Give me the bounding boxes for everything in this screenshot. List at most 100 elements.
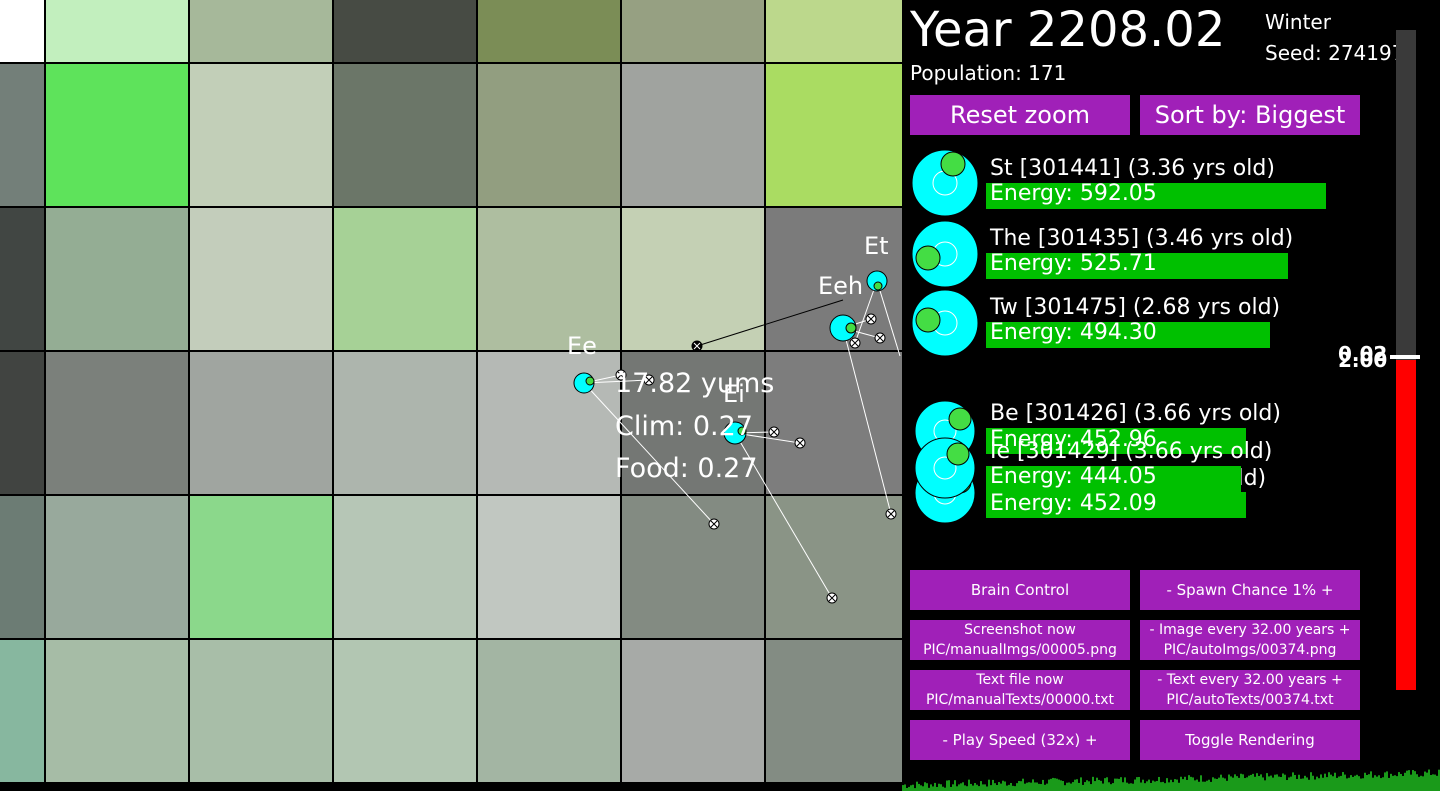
graph-bar xyxy=(1402,776,1404,791)
graph-bar xyxy=(1236,776,1238,791)
graph-bar xyxy=(1328,772,1330,791)
graph-bar xyxy=(1024,783,1026,791)
graph-bar xyxy=(1042,779,1044,791)
graph-bar xyxy=(970,783,972,791)
graph-bar xyxy=(1214,778,1216,791)
creature-et[interactable] xyxy=(866,270,888,292)
graph-bar xyxy=(1144,783,1146,791)
slider-handle[interactable] xyxy=(1390,355,1420,359)
text-every-button[interactable]: - Text every 32.00 years + PIC/autoTexts… xyxy=(1140,670,1360,710)
graph-bar xyxy=(1408,770,1410,791)
graph-bar xyxy=(1090,784,1092,791)
graph-bar xyxy=(1096,777,1098,791)
graph-bar xyxy=(1410,774,1412,791)
graph-bar xyxy=(1384,772,1386,791)
graph-bar xyxy=(948,780,950,791)
graph-bar xyxy=(1266,773,1268,791)
graph-bar xyxy=(1374,775,1376,791)
graph-bar xyxy=(980,781,982,791)
graph-bar xyxy=(1362,778,1364,791)
graph-bar xyxy=(1378,775,1380,791)
population-display: Population: 171 xyxy=(910,61,1067,85)
creature-ee[interactable] xyxy=(573,372,595,394)
graph-bar xyxy=(968,779,970,791)
graph-bar xyxy=(922,786,924,791)
graph-bar xyxy=(1066,782,1068,791)
graph-bar xyxy=(1306,777,1308,791)
graph-bar xyxy=(1140,782,1142,791)
graph-bar xyxy=(1350,775,1352,791)
black-vision-line xyxy=(696,299,844,347)
graph-bar xyxy=(1056,778,1058,791)
graph-bar xyxy=(1272,777,1274,791)
graph-bar xyxy=(1086,780,1088,791)
image-every-button[interactable]: - Image every 32.00 years + PIC/autoImgs… xyxy=(1140,620,1360,660)
graph-bar xyxy=(1054,778,1056,791)
graph-bar xyxy=(1040,784,1042,791)
graph-bar xyxy=(1390,773,1392,791)
sort-by-button[interactable]: Sort by: Biggest xyxy=(1140,95,1360,135)
brain-control-button[interactable]: Brain Control xyxy=(910,570,1130,610)
graph-bar xyxy=(1034,782,1036,791)
graph-bar xyxy=(1286,780,1288,791)
graph-bar xyxy=(1226,780,1228,791)
graph-bar xyxy=(1074,779,1076,791)
graph-bar xyxy=(1154,781,1156,791)
spawn-chance-button[interactable]: - Spawn Chance 1% + xyxy=(1140,570,1360,610)
graph-bar xyxy=(1004,781,1006,791)
graph-bar xyxy=(972,785,974,791)
graph-bar xyxy=(1316,776,1318,791)
graph-bar xyxy=(1256,773,1258,791)
temperature-slider[interactable] xyxy=(1396,30,1416,690)
graph-bar xyxy=(1376,776,1378,791)
creature-name-eeh: Eeh xyxy=(818,272,864,300)
graph-bar xyxy=(1008,784,1010,791)
graph-bar xyxy=(1310,772,1312,791)
graph-bar xyxy=(982,784,984,791)
graph-bar xyxy=(1322,777,1324,791)
graph-bar xyxy=(1050,778,1052,791)
graph-bar xyxy=(942,786,944,791)
graph-bar xyxy=(1064,785,1066,791)
graph-bar xyxy=(1342,772,1344,791)
graph-bar xyxy=(1248,775,1250,791)
graph-bar xyxy=(1394,775,1396,791)
graph-bar xyxy=(990,785,992,791)
graph-bar xyxy=(1308,779,1310,791)
graph-bar xyxy=(1080,777,1082,791)
graph-bar xyxy=(1156,780,1158,791)
graph-bar xyxy=(1098,779,1100,791)
play-speed-button[interactable]: - Play Speed (32x) + xyxy=(910,720,1130,760)
graph-bar xyxy=(1070,783,1072,791)
toggle-rendering-button[interactable]: Toggle Rendering xyxy=(1140,720,1360,760)
graph-bar xyxy=(958,784,960,791)
graph-bar xyxy=(1268,776,1270,791)
graph-bar xyxy=(1430,775,1432,791)
graph-bar xyxy=(1062,780,1064,791)
graph-bar xyxy=(1396,776,1398,791)
graph-bar xyxy=(908,786,910,791)
creature-avatar xyxy=(911,220,979,288)
graph-bar xyxy=(1414,771,1416,791)
graph-bar xyxy=(1334,772,1336,791)
graph-bar xyxy=(1048,779,1050,791)
graph-bar xyxy=(992,779,994,791)
graph-bar xyxy=(1150,782,1152,791)
text-file-now-button[interactable]: Text file now PIC/manualTexts/00000.txt xyxy=(910,670,1130,710)
graph-bar xyxy=(1186,779,1188,791)
graph-bar xyxy=(1204,781,1206,791)
graph-bar xyxy=(1336,777,1338,791)
screenshot-now-button[interactable]: Screenshot now PIC/manualImgs/00005.png xyxy=(910,620,1130,660)
creature-avatar xyxy=(911,289,979,357)
graph-bar xyxy=(1366,775,1368,791)
graph-bar xyxy=(1044,784,1046,791)
graph-bar xyxy=(1116,778,1118,791)
graph-bar xyxy=(1108,782,1110,791)
graph-bar xyxy=(1320,774,1322,791)
graph-bar xyxy=(1432,774,1434,791)
graph-bar xyxy=(952,784,954,791)
graph-bar xyxy=(1196,779,1198,791)
reset-zoom-button[interactable]: Reset zoom xyxy=(910,95,1130,135)
graph-bar xyxy=(1036,782,1038,791)
creature-eeh[interactable] xyxy=(829,314,857,342)
